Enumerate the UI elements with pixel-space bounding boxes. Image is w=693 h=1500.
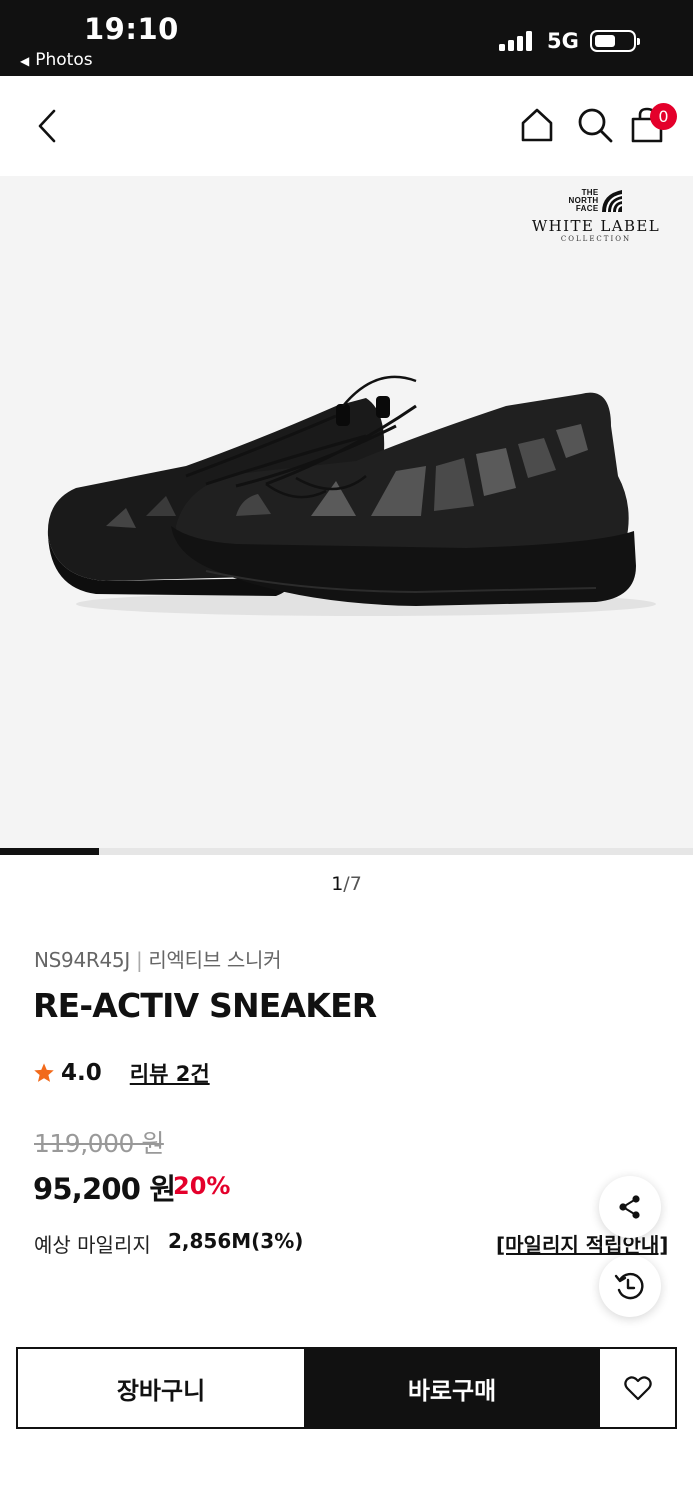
share-button[interactable] [599,1176,661,1238]
total-pages: /7 [343,873,362,895]
cart-count-badge: 0 [650,103,677,130]
original-price: 119,000 원 [34,1129,164,1158]
gallery-progress-bar [0,848,693,855]
network-type: 5G [547,29,579,53]
add-to-cart-button[interactable]: 장바구니 [18,1349,306,1427]
brand-label: WHITE LABEL [531,217,661,235]
mileage-value: 2,856M(3%) [168,1229,304,1253]
sale-price: 95,200 원 [33,1172,176,1206]
share-icon [619,1195,640,1219]
status-bar: 19:10 ◀ Photos 5G [0,0,693,76]
product-code: NS94R45J [34,948,130,972]
home-button[interactable] [514,102,560,148]
star-icon [34,1063,54,1082]
recently-viewed-button[interactable] [599,1255,661,1317]
home-icon [521,108,553,142]
gallery-progress-fill [0,848,99,855]
product-title: RE-ACTIV SNEAKER [33,986,377,1025]
back-to-app-link[interactable]: ◀ Photos [20,50,93,70]
heart-icon [623,1376,652,1401]
rating-row: 4.0 리뷰 2건 [33,1057,210,1089]
gallery-page-indicator: 1/7 [0,873,693,895]
rating-value: 4.0 [61,1060,102,1086]
chevron-left-icon [38,109,56,143]
back-app-label: Photos [35,50,93,70]
review-count-link[interactable]: 리뷰 2건 [130,1058,210,1088]
wishlist-button[interactable] [598,1349,675,1427]
top-navigation [0,76,693,176]
white-label-logo: THE NORTH FACE WHITE LABEL COLLECTION [526,189,666,244]
mileage-label: 예상 마일리지 [34,1233,151,1257]
signal-icon [499,31,535,51]
search-icon [578,108,613,143]
current-page: 1 [331,873,344,895]
back-button[interactable] [26,104,70,148]
back-triangle-icon: ◀ [20,54,30,68]
product-code-line: NS94R45J | 리엑티브 스니커 [34,944,281,973]
north-face-logo-icon [602,190,623,213]
code-separator: | [135,948,143,972]
brand-sublabel: COLLECTION [560,235,632,243]
history-icon [614,1272,644,1300]
purchase-action-bar: 장바구니 바로구매 [16,1347,677,1429]
sneaker-image [47,375,656,616]
product-korean-name: 리엑티브 스니커 [148,948,282,972]
discount-rate: 20% [173,1172,231,1200]
battery-icon [590,30,640,52]
search-button[interactable] [572,102,618,148]
product-image-gallery[interactable]: THE NORTH FACE WHITE LABEL COLLECTION [0,176,693,854]
buy-now-button[interactable]: 바로구매 [306,1349,598,1427]
status-time: 19:10 [84,12,179,46]
